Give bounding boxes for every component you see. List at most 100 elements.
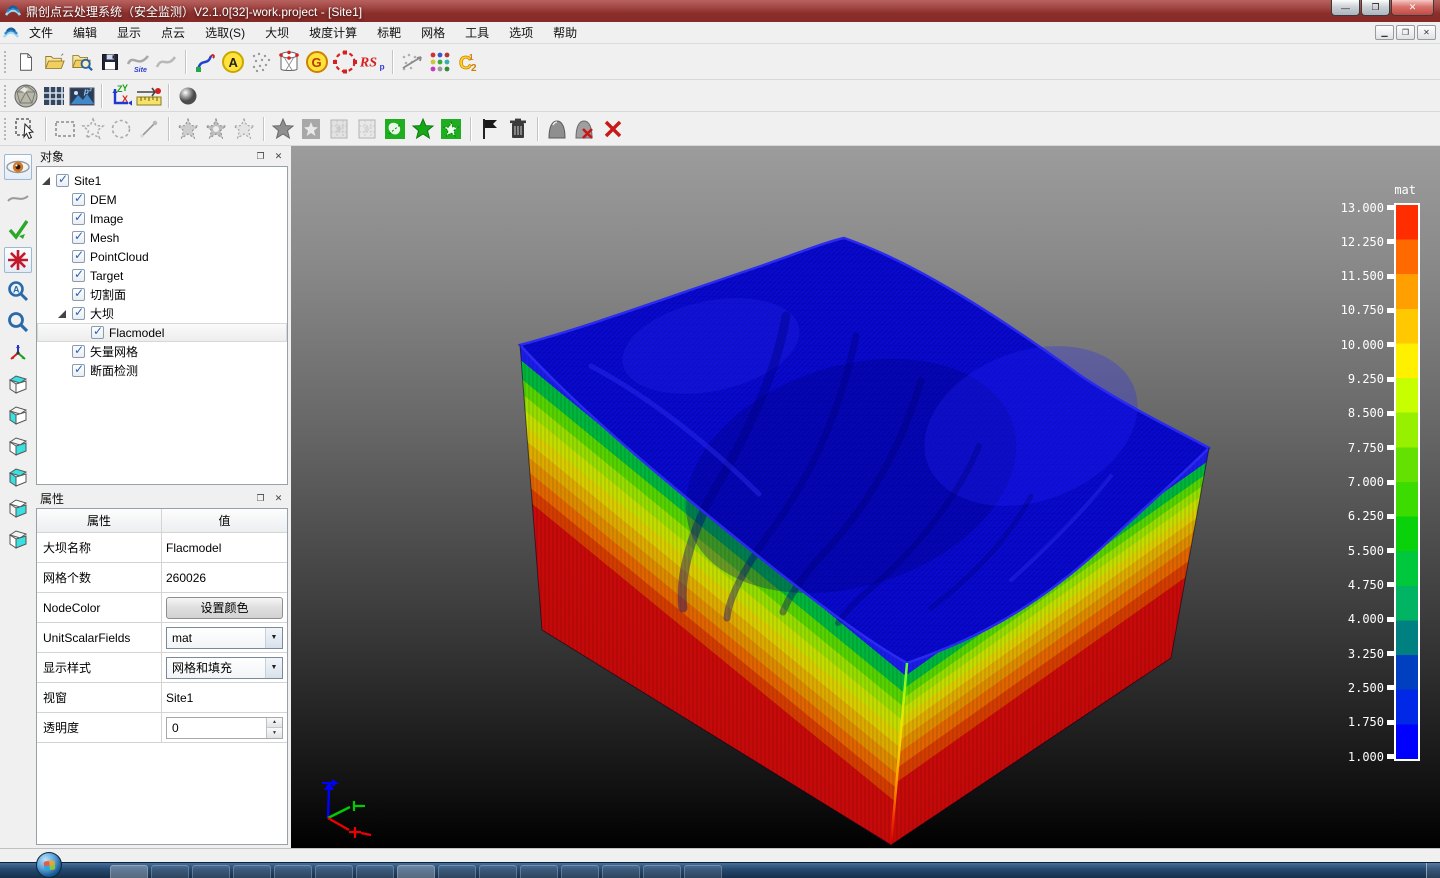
open-project-button[interactable] bbox=[40, 48, 68, 76]
site-curve-button[interactable]: Site bbox=[124, 48, 152, 76]
star-select-a-button[interactable] bbox=[174, 115, 202, 143]
taskbar-item[interactable] bbox=[315, 865, 353, 878]
axes-rgb-icon[interactable] bbox=[4, 340, 32, 366]
star-filled-button[interactable] bbox=[269, 115, 297, 143]
transparency-spinner[interactable]: 0▲▼ bbox=[166, 717, 283, 739]
zoom-all-icon[interactable]: A bbox=[4, 278, 32, 304]
checkbox[interactable] bbox=[72, 212, 85, 225]
checkbox[interactable] bbox=[72, 193, 85, 206]
expander-icon[interactable] bbox=[58, 310, 66, 318]
taskbar-item[interactable] bbox=[561, 865, 599, 878]
menu-tools[interactable]: 工具 bbox=[455, 22, 499, 43]
save-button[interactable] bbox=[96, 48, 124, 76]
polyline-curve-button[interactable] bbox=[191, 48, 219, 76]
circle-points-button[interactable] bbox=[331, 48, 359, 76]
taskbar-item[interactable] bbox=[110, 865, 148, 878]
circle-select-button[interactable] bbox=[107, 115, 135, 143]
select-cursor-button[interactable] bbox=[12, 115, 40, 143]
tree-item-image[interactable]: Image bbox=[37, 209, 287, 228]
show-desktop-button[interactable] bbox=[1426, 863, 1440, 878]
curve-icon[interactable] bbox=[4, 185, 32, 211]
tree-item-pointcloud[interactable]: PointCloud bbox=[37, 247, 287, 266]
tree-item-cutplane[interactable]: 切割面 bbox=[37, 285, 287, 304]
checkbox[interactable] bbox=[91, 326, 104, 339]
checkbox[interactable] bbox=[72, 269, 85, 282]
panel-float-icon[interactable]: ❐ bbox=[253, 491, 268, 505]
taskbar-item[interactable] bbox=[479, 865, 517, 878]
panel-float-icon[interactable]: ❐ bbox=[253, 149, 268, 163]
star-select-c-button[interactable] bbox=[230, 115, 258, 143]
properties-panel-header[interactable]: 属性 ❐ ✕ bbox=[35, 488, 291, 508]
c2-badge-button[interactable]: C21 bbox=[454, 48, 482, 76]
open-search-button[interactable] bbox=[68, 48, 96, 76]
checkbox[interactable] bbox=[56, 174, 69, 187]
menu-dam[interactable]: 大坝 bbox=[255, 22, 299, 43]
box-grid-a-button[interactable] bbox=[325, 115, 353, 143]
start-button[interactable] bbox=[36, 852, 62, 878]
gray-curve-button[interactable] bbox=[152, 48, 180, 76]
menu-mesh[interactable]: 网格 bbox=[411, 22, 455, 43]
red-asterisk-icon[interactable] bbox=[4, 247, 32, 273]
polygon-select-button[interactable] bbox=[79, 115, 107, 143]
toolbar-grip[interactable] bbox=[3, 84, 8, 108]
green-box-b-button[interactable] bbox=[437, 115, 465, 143]
set-color-button[interactable]: 设置颜色 bbox=[166, 597, 283, 619]
eye-icon[interactable] bbox=[4, 154, 32, 180]
display-style-dropdown[interactable]: 网格和填充▼ bbox=[166, 657, 283, 679]
line-select-button[interactable] bbox=[135, 115, 163, 143]
sphere-button[interactable] bbox=[174, 82, 202, 110]
axes-zyx-button[interactable]: ZYX bbox=[107, 82, 135, 110]
box-grid-b-button[interactable] bbox=[353, 115, 381, 143]
green-check-icon[interactable] bbox=[4, 216, 32, 242]
menu-select[interactable]: 选取(S) bbox=[195, 22, 255, 43]
tree-item-site1[interactable]: Site1 bbox=[37, 171, 287, 190]
close-button[interactable]: ✕ bbox=[1391, 0, 1434, 16]
sphere-mesh-button[interactable] bbox=[12, 82, 40, 110]
scatter-arrow-button[interactable] bbox=[398, 48, 426, 76]
cylinder-points-button[interactable] bbox=[275, 48, 303, 76]
ruler-point-button[interactable] bbox=[135, 82, 163, 110]
tree-item-dam[interactable]: 大坝 bbox=[37, 304, 287, 323]
zoom-icon[interactable] bbox=[4, 309, 32, 335]
checkbox[interactable] bbox=[72, 250, 85, 263]
taskbar-item[interactable] bbox=[520, 865, 558, 878]
minimize-button[interactable]: — bbox=[1331, 0, 1360, 16]
view-cube-1-icon[interactable] bbox=[4, 371, 32, 397]
toolbar-grip[interactable] bbox=[3, 50, 8, 74]
letter-g-badge-button[interactable]: G bbox=[303, 48, 331, 76]
star-box-button[interactable] bbox=[297, 115, 325, 143]
view-cube-5-icon[interactable] bbox=[4, 495, 32, 521]
mdi-close-button[interactable]: ✕ bbox=[1417, 25, 1436, 40]
panel-close-icon[interactable]: ✕ bbox=[271, 491, 286, 505]
rsp-button[interactable]: RSp bbox=[359, 48, 387, 76]
tree-item-dem[interactable]: DEM bbox=[37, 190, 287, 209]
view-cube-2-icon[interactable] bbox=[4, 402, 32, 428]
checkbox[interactable] bbox=[72, 307, 85, 320]
view-window-value[interactable]: Site1 bbox=[162, 683, 287, 712]
trash-button[interactable] bbox=[504, 115, 532, 143]
taskbar-item[interactable] bbox=[397, 865, 435, 878]
title-bar[interactable]: 鼎创点云处理系统（安全监测）V2.1.0[32]-work.project - … bbox=[0, 0, 1440, 22]
checkbox[interactable] bbox=[72, 345, 85, 358]
flag-button[interactable] bbox=[476, 115, 504, 143]
menu-target[interactable]: 标靶 bbox=[367, 22, 411, 43]
dome-button[interactable] bbox=[543, 115, 571, 143]
red-x-button[interactable] bbox=[599, 115, 627, 143]
tree-item-target[interactable]: Target bbox=[37, 266, 287, 285]
toolbar-grip[interactable] bbox=[3, 117, 8, 141]
menu-options[interactable]: 选项 bbox=[499, 22, 543, 43]
checkbox[interactable] bbox=[72, 231, 85, 244]
spin-down-icon[interactable]: ▼ bbox=[267, 728, 282, 738]
view-cube-4-icon[interactable] bbox=[4, 464, 32, 490]
mdi-minimize-button[interactable]: ▁ bbox=[1375, 25, 1394, 40]
point-cloud-button[interactable] bbox=[247, 48, 275, 76]
taskbar-item[interactable] bbox=[274, 865, 312, 878]
taskbar-item[interactable] bbox=[602, 865, 640, 878]
spin-up-icon[interactable]: ▲ bbox=[267, 718, 282, 729]
taskbar-item[interactable] bbox=[438, 865, 476, 878]
menu-pointcloud[interactable]: 点云 bbox=[151, 22, 195, 43]
checkbox[interactable] bbox=[72, 364, 85, 377]
taskbar-item[interactable] bbox=[684, 865, 722, 878]
menu-help[interactable]: 帮助 bbox=[543, 22, 587, 43]
letter-a-badge-button[interactable]: A bbox=[219, 48, 247, 76]
